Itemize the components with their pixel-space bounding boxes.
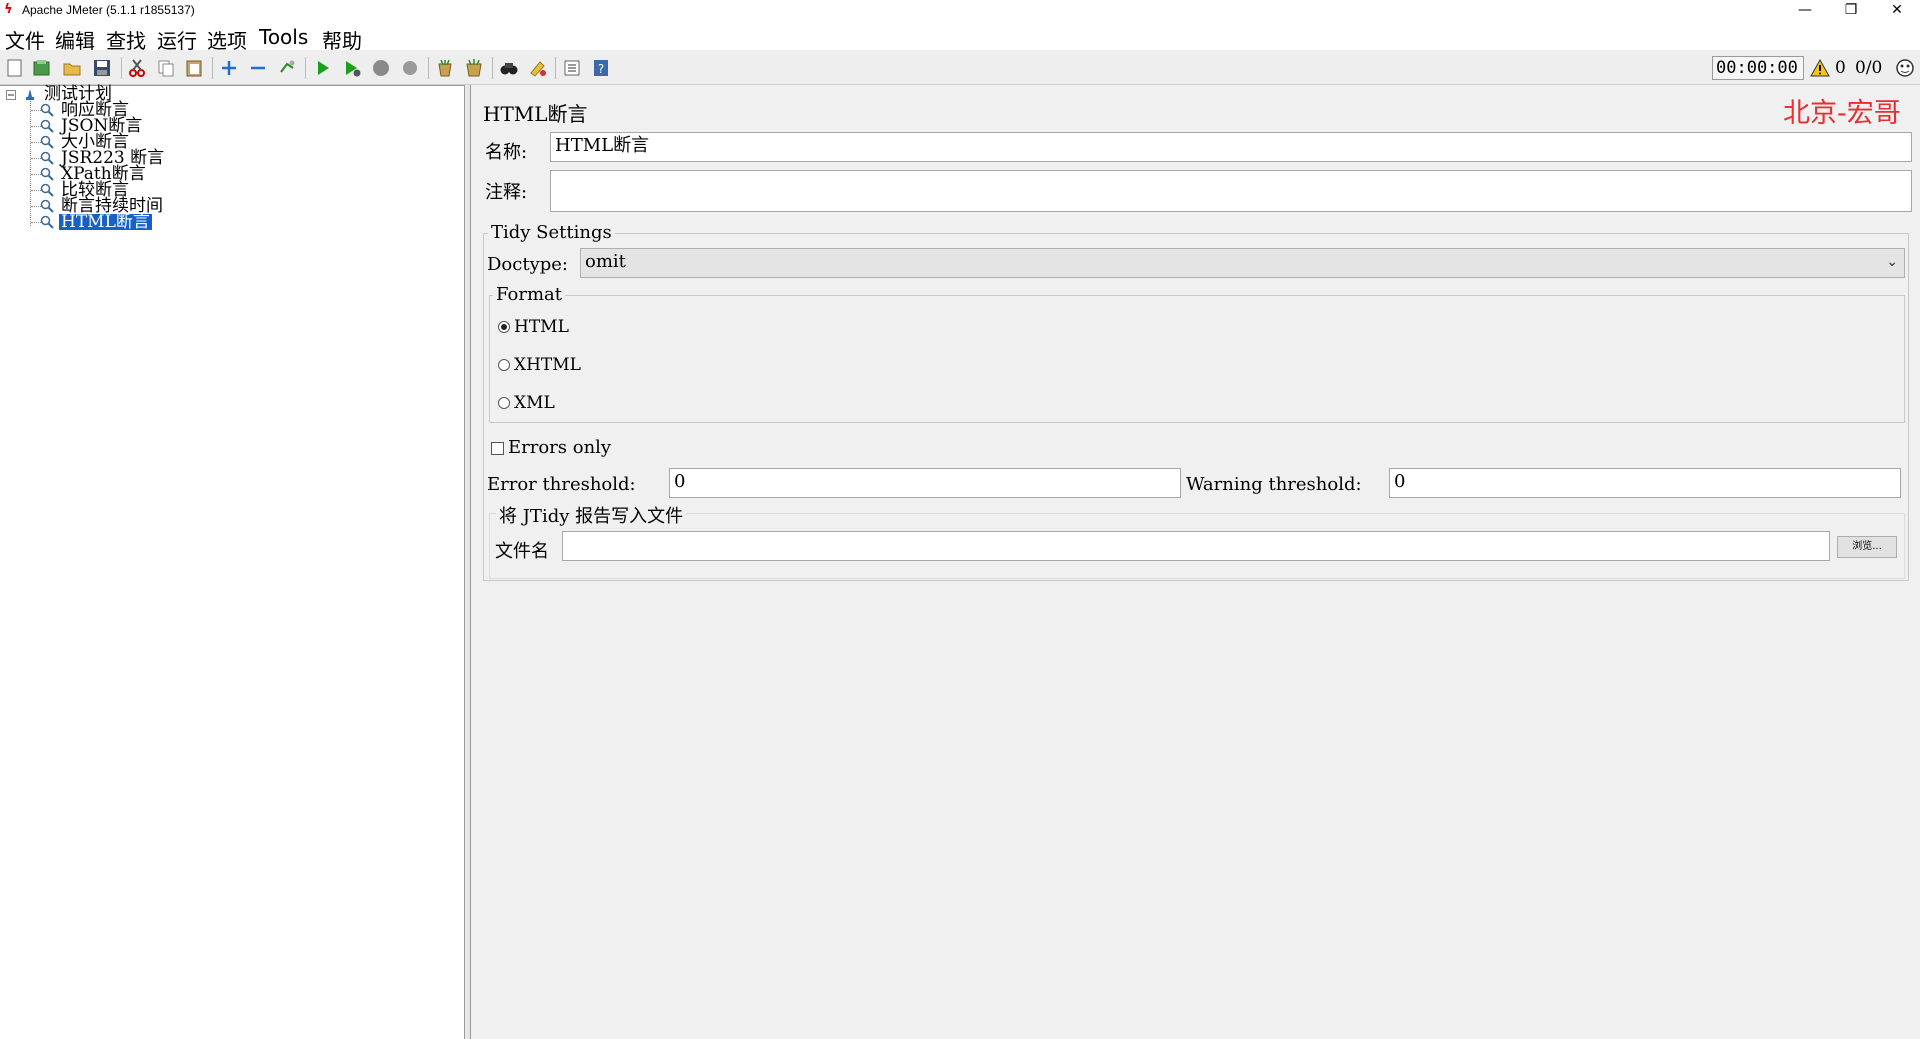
errors-only-label[interactable]: Errors only [508, 437, 611, 458]
toolbar: ? 00:00:00 0 0/0 [0, 51, 1920, 85]
copy-icon[interactable] [156, 58, 176, 78]
menu-options[interactable]: 选项 [207, 25, 247, 54]
format-html-radio[interactable] [498, 321, 510, 333]
active-threads: 0/0 [1855, 58, 1883, 78]
warning-threshold-field[interactable]: 0 [1389, 468, 1901, 498]
comment-field[interactable] [550, 170, 1912, 212]
menu-edit[interactable]: 编辑 [55, 25, 95, 54]
browse-button[interactable]: 浏览... [1837, 536, 1897, 558]
templates-icon[interactable] [32, 58, 52, 78]
jmeter-logo-icon: ϟ [4, 2, 13, 17]
menu-tools[interactable]: Tools [259, 25, 308, 49]
jtidy-report-title: 将 JTidy 报告写入文件 [496, 502, 687, 528]
paste-icon[interactable] [184, 58, 204, 78]
comment-label: 注释: [485, 182, 528, 203]
doctype-select[interactable]: omit ⌄ [580, 248, 1905, 278]
reset-search-icon[interactable] [528, 58, 548, 78]
magnifier-icon [40, 103, 54, 117]
format-xhtml-radio[interactable] [498, 359, 510, 371]
remote-status-icon [1896, 59, 1914, 77]
magnifier-icon [40, 199, 54, 213]
cut-icon[interactable] [127, 58, 147, 78]
magnifier-icon [40, 215, 54, 229]
test-plan-icon [26, 89, 34, 100]
html-assertion-panel: HTML断言 北京-宏哥 名称: HTML断言 注释: Tidy Setting… [470, 85, 1920, 1039]
save-icon[interactable] [92, 58, 112, 78]
magnifier-icon [40, 183, 54, 197]
error-threshold-label: Error threshold: [487, 474, 636, 495]
start-no-pauses-icon[interactable] [342, 58, 362, 78]
chevron-down-icon: ⌄ [1886, 254, 1898, 270]
format-xml-radio[interactable] [498, 397, 510, 409]
clear-all-icon[interactable] [464, 58, 484, 78]
menu-file[interactable]: 文件 [5, 25, 45, 54]
title-bar: ϟ Apache JMeter (5.1.1 r1855137) — ❐ ✕ [0, 0, 1920, 22]
tree-item-label: HTML断言 [59, 212, 152, 232]
function-helper-icon[interactable] [562, 58, 582, 78]
tidy-settings-title: Tidy Settings [488, 222, 615, 243]
tree-item[interactable]: HTML断言 [59, 212, 152, 232]
doctype-label: Doctype: [487, 254, 568, 275]
filename-label: 文件名 [495, 541, 549, 562]
errors-only-checkbox[interactable] [491, 442, 504, 455]
toggle-icon[interactable] [277, 58, 297, 78]
watermark: 北京-宏哥 [1783, 98, 1901, 129]
restore-button[interactable]: ❐ [1828, 0, 1874, 22]
test-plan-tree: 测试计划 响应断言 JSON断言 大小断言 JSR223 断言 XPath断言 比较断言断… [0, 85, 465, 1039]
open-icon[interactable] [62, 58, 82, 78]
format-xml-label[interactable]: XML [514, 393, 555, 413]
close-button[interactable]: ✕ [1874, 0, 1920, 22]
elapsed-timer: 00:00:00 [1712, 56, 1804, 80]
format-title: Format [493, 284, 565, 305]
warning-icon[interactable] [1810, 58, 1830, 78]
tree-collapse-icon[interactable] [6, 90, 16, 100]
menu-search[interactable]: 查找 [106, 25, 146, 54]
stop-icon[interactable] [371, 58, 391, 78]
window-title: Apache JMeter (5.1.1 r1855137) [22, 3, 195, 17]
shutdown-icon[interactable] [400, 58, 420, 78]
clear-icon[interactable] [435, 58, 455, 78]
panel-title: HTML断言 [483, 102, 588, 126]
menu-help[interactable]: 帮助 [322, 25, 362, 54]
name-label: 名称: [485, 142, 528, 163]
magnifier-icon [40, 119, 54, 133]
format-html-label[interactable]: HTML [514, 317, 569, 337]
collapse-icon[interactable] [248, 58, 268, 78]
menu-bar: 文件 编辑 查找 运行 选项 Tools 帮助 [0, 22, 1920, 53]
name-field[interactable]: HTML断言 [550, 132, 1912, 162]
menu-run[interactable]: 运行 [157, 25, 197, 54]
warning-threshold-label: Warning threshold: [1186, 474, 1362, 495]
magnifier-icon [40, 167, 54, 181]
expand-icon[interactable] [219, 58, 239, 78]
magnifier-icon [40, 151, 54, 165]
search-icon[interactable] [499, 58, 519, 78]
error-threshold-field[interactable]: 0 [669, 468, 1181, 498]
filename-field[interactable] [562, 531, 1830, 561]
svg-text:?: ? [598, 62, 604, 76]
doctype-value: omit [585, 251, 626, 272]
format-xhtml-label[interactable]: XHTML [514, 355, 581, 375]
format-group: Format [489, 284, 1905, 423]
new-icon[interactable] [5, 58, 25, 78]
start-icon[interactable] [313, 58, 333, 78]
minimize-button[interactable]: — [1782, 0, 1828, 22]
warning-count: 0 [1835, 58, 1846, 78]
magnifier-icon [40, 135, 54, 149]
help-icon[interactable]: ? [591, 58, 611, 78]
